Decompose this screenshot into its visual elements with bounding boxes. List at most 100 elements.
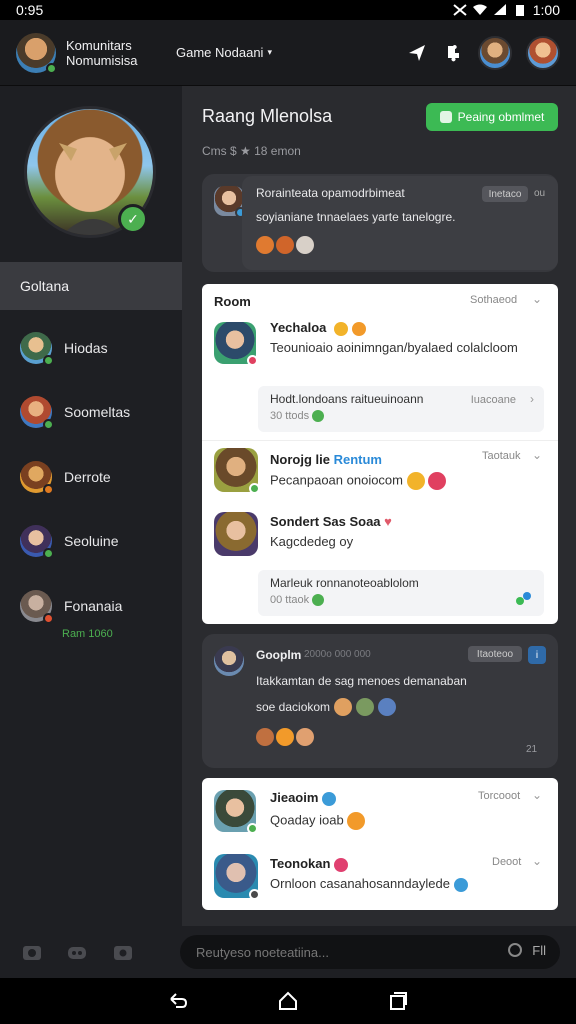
share-icon[interactable] [514,590,534,608]
avatar [214,186,246,218]
message-text: Ornloon casanahosanndaylede [270,876,468,892]
sidebar: ✓ Goltana Hiodas Soomeltas Derrote Seolu… [0,86,182,926]
photo-icon[interactable] [111,940,135,964]
emoji-icon [347,812,366,830]
chevron-down-icon[interactable]: ⌄ [532,292,542,306]
author-link[interactable]: Rentum [334,452,382,467]
chevron-down-icon[interactable]: ⌄ [532,854,542,868]
sidebar-item-label: Soomeltas [64,404,131,420]
avatar[interactable] [214,790,258,834]
search-icon[interactable] [508,943,522,957]
avatar[interactable] [214,512,258,556]
sidebar-sub-status: Ram 1060 [62,628,113,640]
thread-preview[interactable]: Hodt.londoans raitueuinoann 30 ttods Iua… [258,386,544,432]
input-placeholder: Reutyeso noeteatiina... [196,944,329,960]
emoji-icon [276,728,294,746]
sidebar-item-3[interactable]: Derrote [0,457,182,497]
post-card[interactable]: Gooplm 2000o 000 000 Itaoteoo i Itakkamt… [202,634,558,768]
emoji-icon [276,236,294,254]
avatar[interactable] [214,854,260,900]
game-menu-dropdown[interactable]: Game Nodaani ▾ [176,45,272,60]
reaction-row[interactable] [256,728,314,746]
room-card: Room Sothaeod ⌄ Yechaloa Teounioaio aoin… [202,284,558,624]
thread-meta: 30 ttods [270,410,532,423]
avatar[interactable] [214,322,258,366]
message-meta: Taotauk [482,450,521,462]
status-dot-icon [43,484,54,495]
post-body-2-row: soe daciokom [256,698,397,716]
avatar [20,590,54,624]
emoji-icon [428,472,447,490]
post-meta: 2000o 000 000 [304,649,371,660]
post-tag-2: ou [534,188,546,199]
sidebar-item-label: Seoluine [64,533,119,549]
room-action-label: Peaing obmlmet [457,110,545,124]
back-icon[interactable] [167,990,189,1012]
sidebar-item-active[interactable]: Goltana [0,262,182,310]
system-nav-bar [0,978,576,1024]
message-author: Sondert Sas Soaa ♥ [270,514,392,529]
app-header: Komunitars Nomumisisa Game Nodaani ▾ [0,20,576,86]
status-time-left: 0:95 [16,2,44,18]
emoji-icon [334,698,353,716]
sidebar-item-2[interactable]: Soomeltas [0,392,182,432]
status-time-right: 1:00 [532,2,560,18]
check-icon [312,594,325,607]
send-icon[interactable] [406,42,428,64]
message-meta: Torcooot [478,790,521,802]
thread-preview[interactable]: Marleuk ronnanoteoablolom 00 ttaok [258,570,544,616]
avatar [20,332,54,366]
wifi-icon [472,4,487,15]
message-text: Pecanpaoan onoiocom [270,472,447,490]
message-author: Norojg lie Rentum [270,452,382,467]
info-icon[interactable]: i [528,646,546,664]
sidebar-item-5[interactable]: Fonanaia [0,586,182,626]
avatar[interactable] [214,448,260,494]
chevron-down-icon[interactable]: ⌄ [532,788,542,802]
emoji-icon [334,857,349,872]
post-title: Rorainteata opamodrbimeat [256,186,405,200]
emoji-icon [351,321,366,336]
online-dot-icon [249,483,260,494]
puzzle-icon[interactable] [442,42,464,64]
user-avatar-2[interactable] [526,35,560,70]
gamepad-icon[interactable] [65,940,89,964]
post-tag: Itaoteoo [468,646,522,662]
emoji-icon [296,728,314,746]
check-badge-icon: ✓ [118,204,148,234]
room-action-button[interactable]: Peaing obmlmet [426,103,558,131]
input-right-action[interactable]: Fll [532,943,546,958]
thread-right-meta: Iuacoane [470,394,516,406]
emoji-icon [356,698,375,716]
cell-icon [493,4,506,15]
chevron-down-icon[interactable]: ⌄ [532,448,542,462]
online-dot-icon [247,823,258,834]
room-card: Jieaoim Torcooot ⌄ Qoaday ioab Teonokan … [202,778,558,910]
avatar [20,396,54,430]
sidebar-item-4[interactable]: Seoluine [0,521,182,561]
reaction-row[interactable] [256,236,314,254]
message-author: Teonokan [270,856,349,872]
thread-meta: 00 ttaok [270,594,532,607]
sidebar-item-1[interactable]: Hiodas [0,328,182,368]
post-corner-count: 21 [526,744,538,755]
emoji-icon [453,877,468,892]
user-avatar-1[interactable] [478,35,512,70]
avatar [20,461,54,495]
post-body-2: soe daciokom [256,700,331,714]
message-text: Teounioaio aoinimngan/byalaed colalcloom [270,340,518,355]
game-menu-label: Game Nodaani [176,45,264,60]
home-icon[interactable] [277,990,299,1012]
message-text: Qoaday ioab [270,812,366,830]
post-author: Gooplm [256,648,302,662]
message-author: Jieaoim [270,790,337,806]
community-avatar[interactable] [16,32,57,74]
message-input[interactable]: Reutyeso noeteatiina... Fll [180,935,560,969]
chevron-right-icon: › [530,392,534,406]
post-card[interactable]: Rorainteata opamodrbimeat Inetaco ou soy… [202,174,558,272]
sidebar-item-label: Hiodas [64,340,108,356]
emoji-icon [256,236,274,254]
recents-icon[interactable] [387,990,409,1012]
camera-icon[interactable] [20,940,44,964]
post-tag: Inetaco [482,186,528,202]
